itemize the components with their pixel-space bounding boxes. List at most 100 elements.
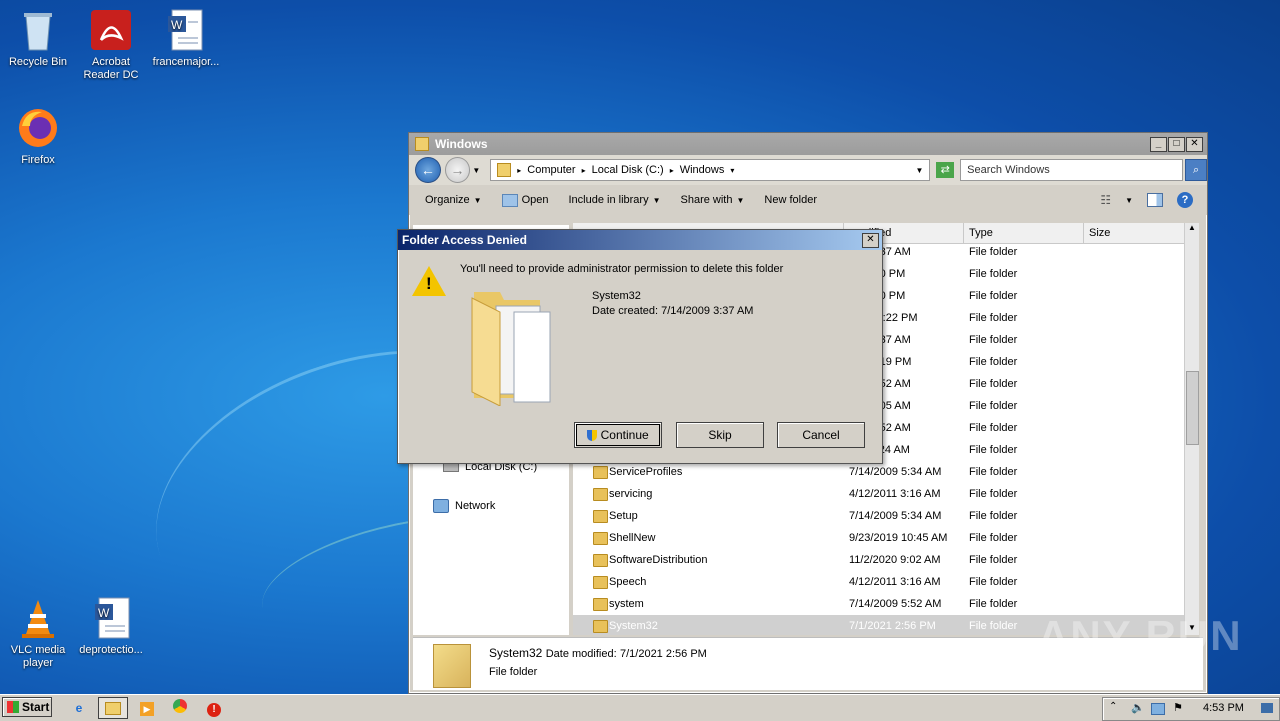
dialog-close-button[interactable]: ✕ — [862, 233, 879, 248]
folder-icon — [497, 163, 512, 177]
media-player-icon[interactable]: ▶ — [138, 699, 156, 717]
cancel-button[interactable]: Cancel — [777, 422, 865, 448]
row-type: File folder — [969, 510, 1018, 522]
chevron-down-icon: ▼ — [652, 195, 661, 205]
desktop-icon-vlc[interactable]: VLC media player — [0, 596, 76, 670]
taskbar: Start e ▶ ! ⌃ 🔈 ⚑ 4:53 PM — [0, 694, 1280, 721]
dialog-title: Folder Access Denied — [402, 233, 527, 247]
address-dropdown-icon[interactable]: ▼ — [915, 166, 923, 175]
breadcrumb-computer[interactable]: Computer — [527, 164, 575, 176]
row-type: File folder — [969, 554, 1018, 566]
row-type: File folder — [969, 334, 1018, 346]
show-hidden-icons-icon[interactable]: ⌃ — [1109, 701, 1117, 712]
row-date: 9/23/2019 10:45 AM — [849, 532, 948, 544]
svg-text:W: W — [171, 18, 183, 32]
dialog-titlebar[interactable]: Folder Access Denied ✕ — [398, 230, 882, 250]
share-with-menu[interactable]: Share with ▼ — [681, 194, 745, 206]
start-button[interactable]: Start — [2, 697, 52, 717]
window-titlebar[interactable]: Windows — [409, 133, 1207, 155]
desktop-icon-recycle-bin[interactable]: Recycle Bin — [0, 8, 76, 69]
table-row[interactable]: SoftwareDistribution 11/2/2020 9:02 AM Fil… — [573, 549, 1185, 571]
chrome-icon[interactable] — [171, 699, 189, 717]
desktop-icon-label: Acrobat Reader DC — [83, 56, 139, 81]
recent-pages-icon[interactable]: ▼ — [472, 166, 480, 175]
open-button[interactable]: Open — [501, 193, 548, 207]
table-row[interactable]: ShellNew 9/23/2019 10:45 AM File folder — [573, 527, 1185, 549]
desktop-icon-label: Recycle Bin — [8, 56, 68, 68]
desktop-icon-label: Firefox — [21, 154, 55, 166]
breadcrumb-separator-icon: ▸ — [517, 165, 522, 175]
flag-icon[interactable]: ⚑ — [1173, 701, 1183, 714]
folder-icon — [593, 466, 608, 479]
stop-app-icon[interactable]: ! — [205, 699, 223, 717]
volume-icon[interactable]: 🔈 — [1131, 701, 1145, 714]
skip-label: Skip — [708, 428, 732, 442]
row-date: 11/2/2020 9:02 AM — [849, 554, 941, 566]
row-type: File folder — [969, 356, 1018, 368]
search-icon[interactable]: ⌕ — [1185, 159, 1207, 181]
row-type: File folder — [969, 422, 1018, 434]
continue-button[interactable]: Continue — [574, 422, 662, 448]
open-folder-icon — [501, 193, 518, 207]
dialog-message: You'll need to provide administrator per… — [460, 263, 784, 275]
refresh-button[interactable]: ⇄ — [936, 162, 955, 178]
scrollbar-thumb[interactable] — [1186, 371, 1199, 445]
clock[interactable]: 4:53 PM — [1203, 702, 1244, 714]
table-row[interactable]: Setup 7/14/2009 5:34 AM File folder — [573, 505, 1185, 527]
chevron-down-icon[interactable]: ▼ — [1125, 196, 1133, 205]
skip-button[interactable]: Skip — [676, 422, 764, 448]
include-in-library-menu[interactable]: Include in library ▼ — [568, 194, 660, 206]
row-name: SoftwareDistribution — [609, 554, 708, 566]
table-row[interactable]: ServiceProfiles 7/14/2009 5:34 AM File fol… — [573, 461, 1185, 483]
help-icon[interactable]: ? — [1177, 192, 1193, 208]
explorer-taskbar-button[interactable] — [98, 697, 128, 719]
folder-icon — [593, 554, 608, 567]
desktop-icon-doc-1[interactable]: W francemajor... — [148, 8, 224, 69]
system-tray: ⌃ 🔈 ⚑ 4:53 PM — [1102, 697, 1280, 721]
new-folder-button[interactable]: New folder — [764, 194, 817, 206]
column-header-size[interactable]: Size — [1083, 223, 1169, 243]
breadcrumb-local-disk[interactable]: Local Disk (C:) — [592, 164, 664, 176]
close-button[interactable]: ✕ — [1186, 137, 1203, 152]
vertical-scrollbar[interactable]: ▲ ▼ — [1184, 223, 1199, 635]
row-type: File folder — [969, 312, 1018, 324]
desktop-icon-label: deprotectio... — [79, 644, 143, 656]
breadcrumb-separator-icon: ▾ — [730, 165, 735, 175]
forward-button[interactable]: → — [444, 157, 471, 183]
share-label: Share with — [680, 194, 733, 206]
table-row[interactable]: Speech 4/12/2011 3:16 AM File folder — [573, 571, 1185, 593]
internet-explorer-icon[interactable]: e — [70, 699, 88, 717]
row-date: 7/14/2009 5:52 AM — [849, 598, 942, 610]
scroll-up-arrow[interactable]: ▲ — [1185, 223, 1199, 235]
desktop-icon-firefox[interactable]: Firefox — [0, 106, 76, 167]
table-row[interactable]: servicing 4/12/2011 3:16 AM File folder — [573, 483, 1185, 505]
minimize-button[interactable]: _ — [1150, 137, 1167, 152]
maximize-button[interactable]: □ — [1168, 137, 1185, 152]
column-header-type[interactable]: Type — [963, 223, 1083, 243]
show-desktop-icon[interactable] — [1261, 703, 1273, 713]
breadcrumb-windows[interactable]: Windows — [680, 164, 725, 176]
chevron-down-icon: ▼ — [736, 195, 745, 205]
chrome-logo-icon — [173, 699, 187, 713]
row-type: File folder — [969, 532, 1018, 544]
back-button[interactable]: ← — [415, 157, 441, 183]
network-tray-icon[interactable] — [1151, 703, 1165, 715]
watermark: ANY RUN — [1038, 612, 1243, 659]
cancel-label: Cancel — [802, 428, 840, 442]
search-input[interactable]: Search Windows — [960, 159, 1184, 181]
desktop-icon-acrobat[interactable]: Acrobat Reader DC — [73, 8, 149, 82]
row-type: File folder — [969, 598, 1018, 610]
nav-item-network[interactable]: Network — [433, 499, 495, 513]
row-type: File folder — [969, 466, 1018, 478]
row-type: File folder — [969, 400, 1018, 412]
organize-menu[interactable]: Organize ▼ — [425, 194, 482, 206]
organize-label: Organize — [425, 194, 470, 206]
address-bar[interactable]: ▸ Computer ▸ Local Disk (C:) ▸ Windows ▾… — [490, 159, 931, 181]
folder-access-denied-dialog[interactable]: Folder Access Denied ✕ ! You'll need to … — [397, 229, 883, 464]
view-options-icon[interactable]: ☷ — [1100, 193, 1111, 207]
desktop-icon-doc-2[interactable]: W deprotectio... — [73, 596, 149, 657]
vlc-cone-icon — [16, 596, 60, 640]
folder-icon — [593, 620, 608, 633]
row-name: Speech — [609, 576, 647, 588]
preview-pane-icon[interactable] — [1147, 193, 1163, 207]
